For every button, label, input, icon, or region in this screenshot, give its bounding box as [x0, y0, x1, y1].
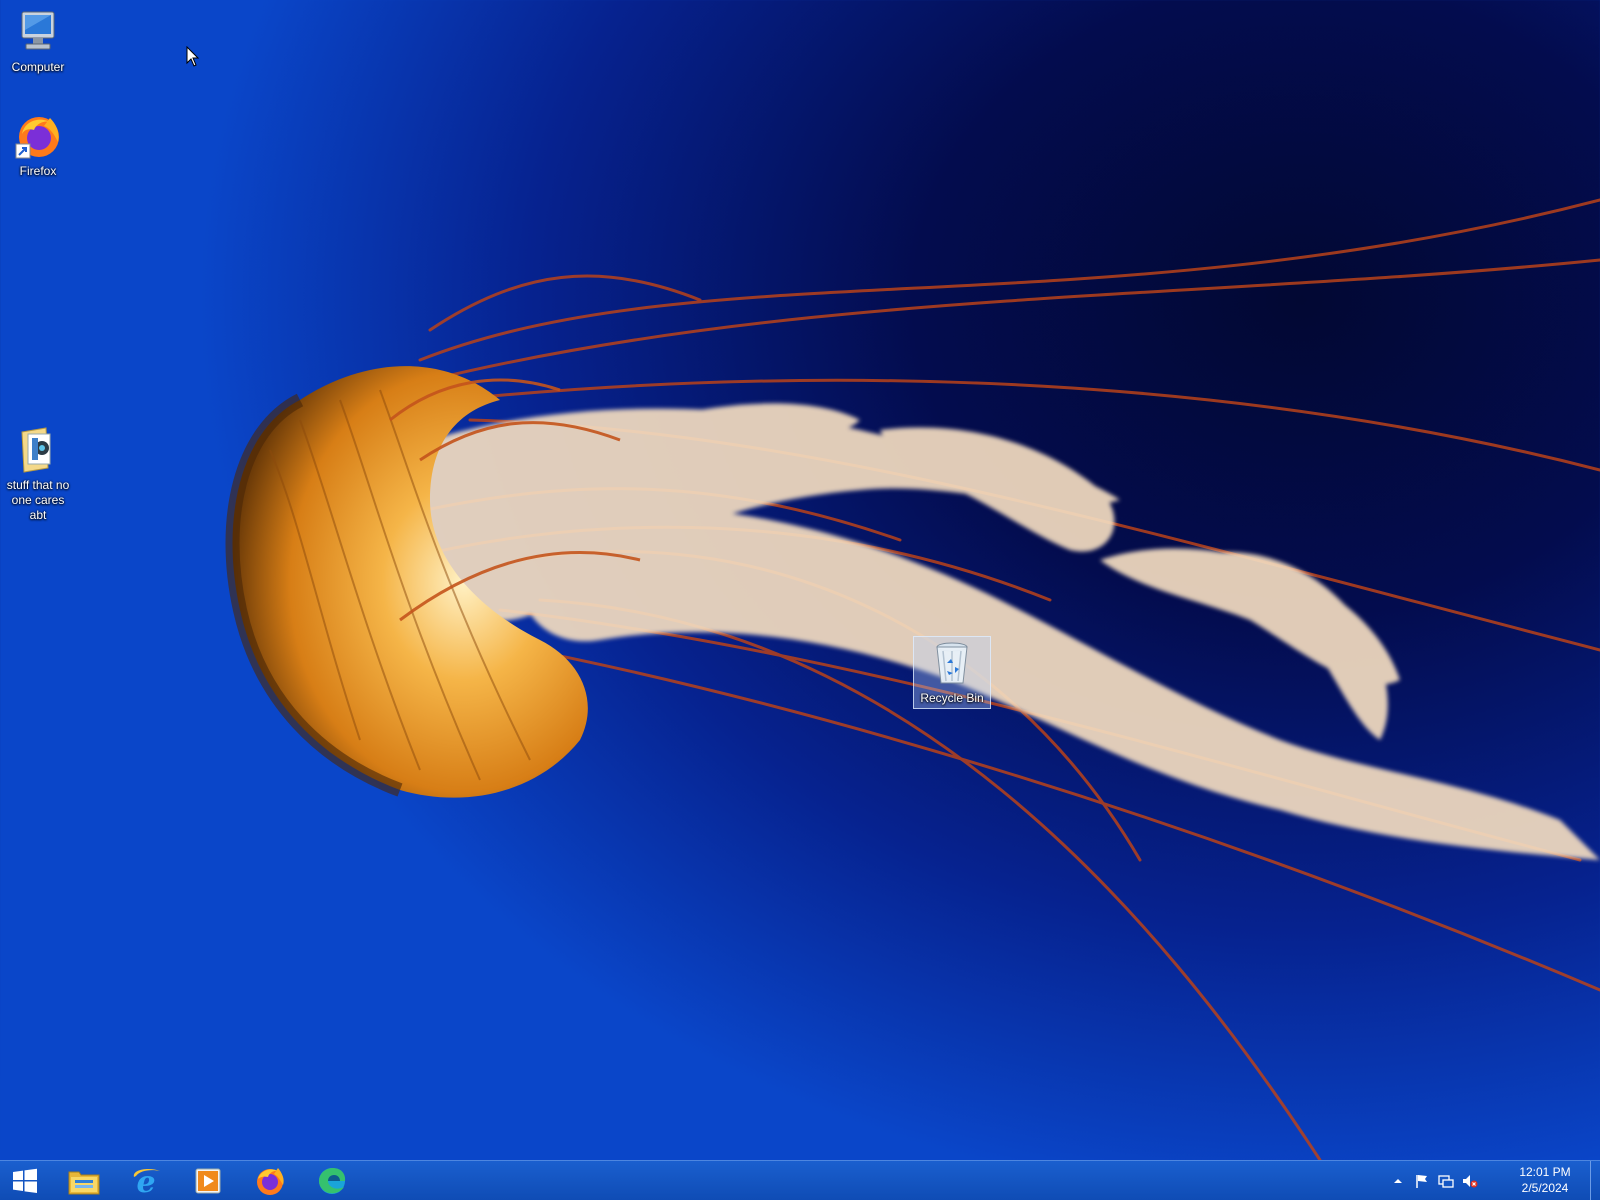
system-tray: 12:01 PM 2/5/2024 — [1360, 1161, 1600, 1200]
file-explorer-icon — [68, 1171, 100, 1195]
jellyfish-wallpaper — [225, 198, 1600, 1160]
taskbar-firefox[interactable] — [242, 1161, 298, 1200]
show-desktop-button[interactable] — [1590, 1161, 1600, 1200]
show-hidden-icons-chevron[interactable] — [1390, 1173, 1406, 1189]
desktop-icon-firefox[interactable]: Firefox — [0, 112, 76, 179]
taskbar-clock[interactable]: 12:01 PM 2/5/2024 — [1512, 1164, 1578, 1196]
taskbar-file-explorer[interactable] — [56, 1161, 112, 1200]
desktop-icon-label: Firefox — [19, 164, 57, 178]
network-icon[interactable] — [1438, 1173, 1454, 1189]
start-button[interactable] — [0, 1161, 50, 1200]
taskbar: e 12:01 PM 2/5/2024 — [0, 1160, 1600, 1200]
taskbar-edge[interactable] — [304, 1161, 360, 1200]
firefox-icon — [257, 1168, 284, 1195]
action-center-flag-icon[interactable] — [1414, 1173, 1430, 1189]
taskbar-media-player[interactable] — [180, 1161, 236, 1200]
folder-icon — [14, 426, 62, 474]
recycle-bin-icon — [928, 639, 976, 687]
media-player-icon — [195, 1168, 221, 1194]
desktop-icon-computer[interactable]: Computer — [0, 8, 76, 75]
desktop[interactable]: Computer Firefox stuff that no one cares… — [0, 0, 1600, 1160]
windows-logo-icon — [13, 1168, 37, 1193]
desktop-icon-label: Computer — [11, 60, 65, 74]
desktop-icon-label: stuff that no one cares abt — [6, 478, 70, 522]
desktop-icon-recycle-bin[interactable]: Recycle Bin — [913, 636, 991, 709]
edge-icon — [319, 1168, 346, 1194]
clock-date: 2/5/2024 — [1521, 1181, 1569, 1195]
firefox-icon — [14, 112, 62, 160]
desktop-icon-label: Recycle Bin — [920, 691, 984, 705]
computer-icon — [14, 8, 62, 56]
volume-muted-icon[interactable] — [1462, 1173, 1478, 1189]
taskbar-internet-explorer[interactable]: e — [118, 1161, 174, 1200]
mouse-cursor-icon — [186, 46, 200, 67]
internet-explorer-icon: e — [133, 1165, 160, 1197]
desktop-icon-folder-stuff[interactable]: stuff that no one cares abt — [0, 426, 76, 523]
clock-time: 12:01 PM — [1519, 1165, 1571, 1179]
